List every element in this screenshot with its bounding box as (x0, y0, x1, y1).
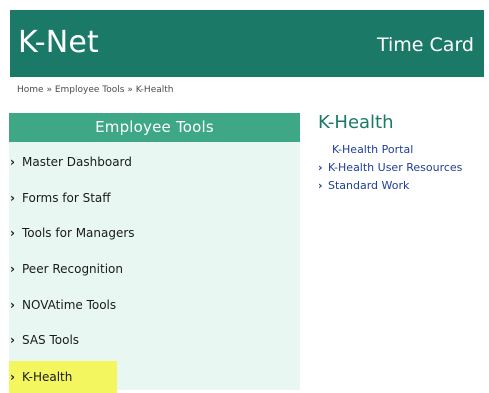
chevron-right-icon: › (10, 226, 15, 240)
breadcrumb-separator: » (46, 85, 52, 95)
sidebar-title: Employee Tools (9, 113, 300, 142)
sidebar-item-forms-for-staff[interactable]: › Forms for Staff (9, 182, 111, 214)
site-header: K-Net Time Card (10, 10, 484, 77)
breadcrumb-current: K-Health (135, 85, 174, 95)
sidebar-item-novatime-tools[interactable]: › NOVAtime Tools (9, 289, 116, 321)
breadcrumb: Home » Employee Tools » K-Health (17, 84, 173, 96)
chevron-right-icon: › (10, 191, 15, 205)
sidebar-item-tools-for-managers[interactable]: › Tools for Managers (9, 217, 135, 249)
chevron-right-icon: › (10, 262, 15, 276)
sidebar-item-k-health[interactable]: › K-Health (9, 361, 117, 393)
chevron-right-icon: › (318, 161, 323, 174)
k-health-user-resources-link[interactable]: › K-Health User Resources (318, 159, 462, 177)
standard-work-link[interactable]: › Standard Work (318, 177, 409, 195)
sidebar-item-master-dashboard[interactable]: › Master Dashboard (9, 146, 132, 178)
chevron-right-icon: › (318, 179, 323, 192)
chevron-right-icon: › (10, 298, 15, 312)
page-title: K-Health (318, 112, 394, 133)
chevron-right-icon: › (10, 333, 15, 347)
k-health-portal-link[interactable]: K-Health Portal (318, 141, 413, 159)
breadcrumb-home[interactable]: Home (17, 85, 44, 95)
sidebar-item-peer-recognition[interactable]: › Peer Recognition (9, 253, 123, 285)
chevron-right-icon: › (10, 370, 15, 384)
breadcrumb-separator: » (127, 85, 133, 95)
time-card-link[interactable]: Time Card (377, 33, 474, 57)
breadcrumb-employee-tools[interactable]: Employee Tools (55, 85, 125, 95)
k-health-content: K-Health K-Health Portal › K-Health User … (318, 111, 486, 231)
sidebar-item-sas-tools[interactable]: › SAS Tools (9, 324, 79, 356)
employee-tools-sidebar: Employee Tools › Master Dashboard › Forms … (9, 113, 300, 393)
chevron-right-icon: › (10, 155, 15, 169)
site-brand: K-Net (18, 25, 100, 60)
